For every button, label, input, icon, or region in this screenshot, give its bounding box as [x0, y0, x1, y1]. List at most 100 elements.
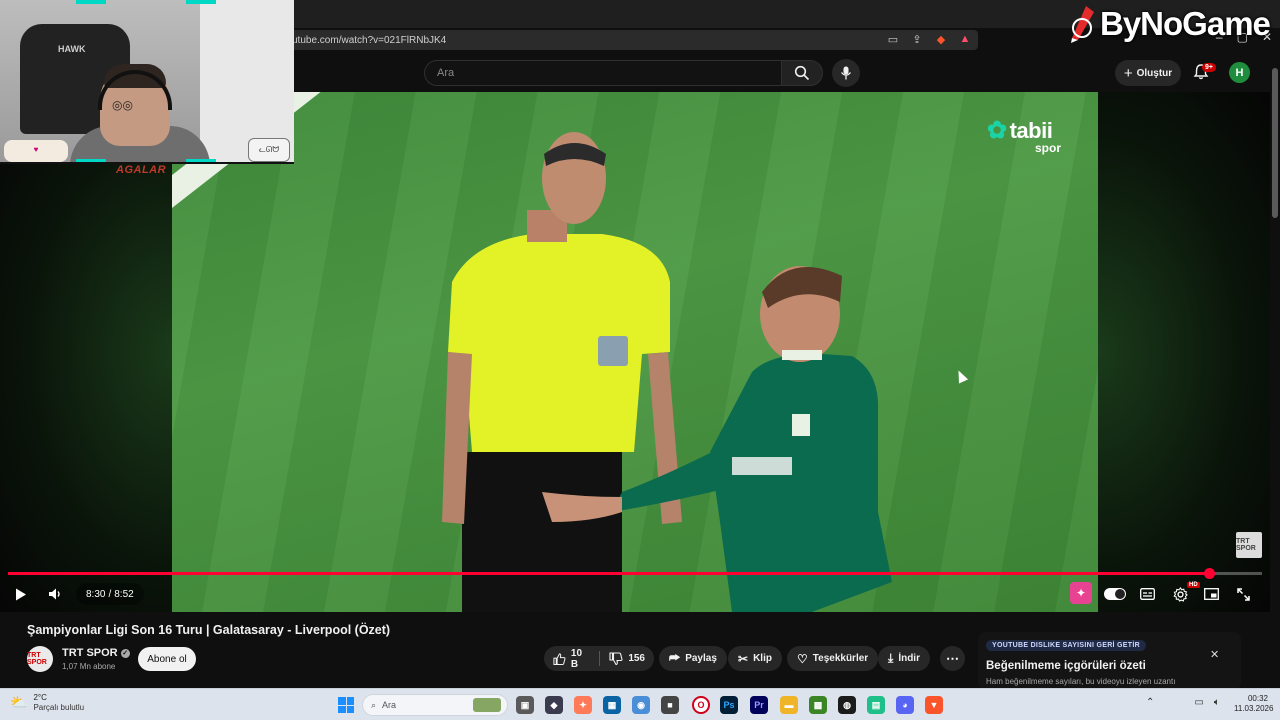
broadcaster-logo-main: tabii [1009, 117, 1053, 143]
search-input[interactable]: Ara [424, 60, 781, 86]
app-icon-2[interactable]: ✦ [574, 696, 592, 714]
video-scene [442, 132, 892, 612]
account-avatar[interactable]: H [1229, 62, 1250, 83]
clock-time: 00:32 [1247, 694, 1268, 703]
duration: 8:52 [114, 588, 134, 600]
extension-title: Beğenilmeme içgörüleri özeti [986, 660, 1146, 672]
subtitles-button[interactable] [1137, 584, 1157, 604]
dislike-button[interactable]: 156 [600, 646, 654, 671]
app-icon-1[interactable]: ◆ [545, 696, 563, 714]
photoshop-icon[interactable]: Ps [720, 696, 738, 714]
progress-fill [8, 572, 1210, 575]
broadcaster-logo: ✿ tabii spor [987, 116, 1061, 155]
like-button[interactable]: 10 B [544, 646, 599, 671]
hd-badge: HD [1187, 582, 1200, 588]
taskbar-search-placeholder: Ara [382, 700, 397, 710]
verified-icon: ✓ [120, 648, 130, 658]
network-icon[interactable]: ▭ [1194, 697, 1203, 708]
minecraft-icon[interactable]: ▩ [809, 696, 827, 714]
address-bar[interactable]: utube.com/watch?v=021FlRNbJK4 ▭ ⇪ ◆ ▲ [288, 30, 978, 50]
search-button[interactable] [781, 60, 823, 86]
screen: utube.com/watch?v=021FlRNbJK4 ▭ ⇪ ◆ ▲ – … [0, 0, 1280, 720]
autoplay-toggle[interactable] [1104, 588, 1126, 600]
taskbar-search[interactable]: ⌕ Ara [362, 694, 508, 716]
channel-name[interactable]: TRT SPOR ✓ [62, 647, 130, 659]
dislike-extension-panel: YOUTUBE DISLIKE SAYISINI GERİ GETİR Beğe… [978, 632, 1241, 690]
current-time: 8:30 [86, 588, 106, 600]
discord-icon[interactable]: ◕ [896, 696, 914, 714]
download-icon: ⤓ [888, 651, 894, 665]
more-actions-button[interactable]: ⋯ [940, 646, 965, 671]
share-arrow-icon: ⮫ [669, 651, 681, 665]
microphone-icon [840, 66, 852, 80]
frame-accent [186, 159, 216, 162]
channel-avatar[interactable]: TRT SPOR [27, 646, 53, 672]
premiere-icon[interactable]: Pr [750, 696, 768, 714]
video-player[interactable]: ✿ tabii spor TRT SPOR 8:30 / 8:52 ✦ HD [0, 92, 1270, 612]
clip-button[interactable]: ✂ Klip [728, 646, 782, 671]
page-scrollbar[interactable] [1270, 56, 1280, 696]
heart-dollar-icon: ♡ [797, 651, 808, 666]
share-label: Paylaş [685, 653, 717, 664]
sponsor-logo: ByNoGame [1068, 4, 1271, 44]
url-text: utube.com/watch?v=021FlRNbJK4 [292, 34, 447, 46]
opera-icon[interactable]: O [692, 696, 710, 714]
windows-taskbar: ⛅ 2°C Parçalı bulutlu ⌕ Ara ▣ ◆ ✦ ▦ ◉ ■ … [0, 688, 1280, 720]
share-icon[interactable]: ⇪ [910, 33, 924, 46]
search-highlight-image [473, 698, 501, 712]
sparkle-icon: ✦ [1075, 586, 1087, 600]
app-icon-6[interactable]: ▤ [867, 696, 885, 714]
miniplayer-icon [1203, 588, 1219, 600]
share-button[interactable]: ⮫ Paylaş [659, 646, 727, 671]
subtitles-icon [1139, 588, 1155, 600]
subscribe-button[interactable]: Abone ol [138, 647, 196, 671]
task-view-icon[interactable]: ▣ [516, 696, 534, 714]
like-dislike-group: 10 B 156 [544, 646, 654, 671]
cast-icon[interactable]: ▭ [886, 33, 900, 46]
app-icon-3[interactable]: ▦ [603, 696, 621, 714]
clock[interactable]: 00:32 11.03.2026 [1234, 694, 1274, 714]
play-button[interactable] [11, 584, 31, 604]
gear-icon [1172, 586, 1188, 602]
speaker-icon[interactable]: 🔈︎ [1214, 697, 1220, 708]
weather-temp: 2°C [33, 693, 47, 702]
plus-icon: + [1123, 64, 1133, 82]
scrollbar-thumb[interactable] [1272, 68, 1278, 218]
more-dots-icon: ⋯ [946, 650, 959, 666]
app-icon-4[interactable]: ◉ [632, 696, 650, 714]
search-icon [794, 65, 810, 81]
brave-rewards-icon[interactable]: ▲ [958, 33, 972, 46]
chevron-up-icon[interactable]: ⌃ [1146, 697, 1154, 708]
thumbs-down-icon [609, 651, 623, 665]
broadcaster-logo-sub: spor [1035, 141, 1062, 155]
frame-accent [76, 159, 106, 162]
clock-date: 11.03.2026 [1234, 704, 1274, 713]
extension-button[interactable]: ✦ [1070, 582, 1092, 604]
folder-icon[interactable]: ▬ [780, 696, 798, 714]
play-icon [16, 588, 26, 600]
dislike-count: 156 [628, 653, 645, 664]
weather-desc: Parçalı bulutlu [33, 702, 85, 712]
start-button[interactable] [338, 697, 354, 713]
clip-label: Klip [753, 653, 772, 664]
mute-button[interactable] [45, 584, 65, 604]
close-icon[interactable]: ✕ [1210, 648, 1219, 661]
pillow: ♥ [4, 140, 68, 162]
weather-widget[interactable]: ⛅ 2°C Parçalı bulutlu [10, 693, 84, 712]
fullscreen-button[interactable] [1233, 584, 1253, 604]
webcam-caption: AGALAR [116, 164, 167, 176]
brave-shields-icon[interactable]: ◆ [934, 33, 948, 46]
brave-icon[interactable]: ▼ [925, 696, 943, 714]
miniplayer-button[interactable] [1201, 584, 1221, 604]
download-button[interactable]: ⤓ İndir [878, 646, 930, 671]
thanks-button[interactable]: ♡ Teşekkürler [787, 646, 879, 671]
voice-search-button[interactable] [832, 59, 860, 87]
system-tray: ⌃ ▭ 🔈︎ [1146, 697, 1220, 708]
app-icon-5[interactable]: ■ [661, 696, 679, 714]
create-button[interactable]: + Oluştur [1115, 60, 1181, 86]
progress-bar[interactable] [8, 568, 1262, 579]
cat-sticker: ᓚᘏᗢ [248, 138, 290, 162]
video-frame[interactable]: ✿ tabii spor [172, 92, 1098, 612]
steam-icon[interactable]: ◍ [838, 696, 856, 714]
tabii-flower-icon: ✿ [987, 117, 1007, 144]
